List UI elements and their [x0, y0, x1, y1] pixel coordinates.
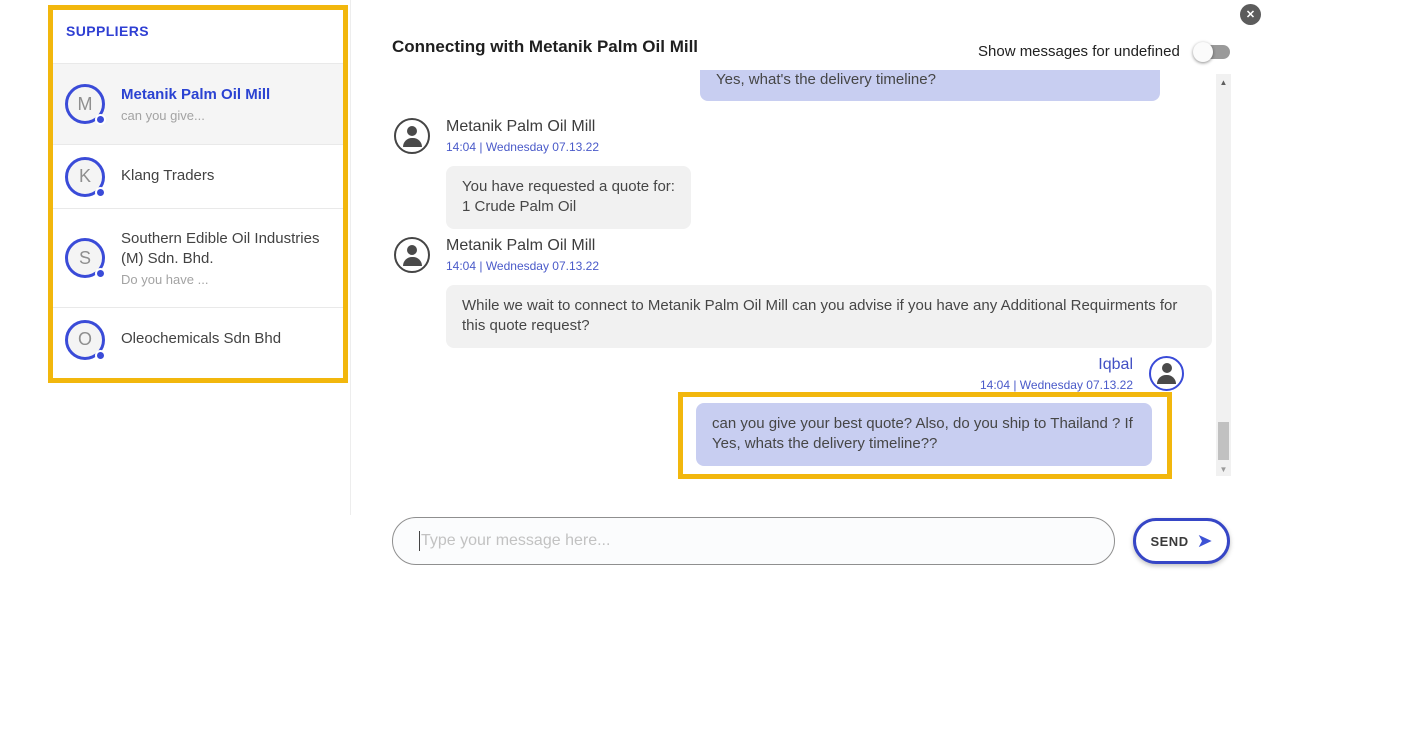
scrollbar-thumb[interactable] — [1218, 422, 1229, 460]
message-timestamp: 14:04 | Wednesday 07.13.22 — [446, 259, 600, 273]
online-dot-icon — [95, 268, 106, 279]
send-icon: ➤ — [1196, 530, 1213, 552]
supplier-item-klang[interactable]: K Klang Traders — [53, 144, 343, 208]
online-dot-icon — [95, 186, 106, 198]
show-messages-toggle[interactable] — [1192, 41, 1230, 62]
highlighted-message-box: can you give your best quote? Also, do y… — [678, 392, 1172, 479]
supplier-initial: M — [77, 93, 93, 114]
chat-window: SUPPLIERS M Metanik Palm Oil Mill can yo… — [0, 0, 1408, 746]
supplier-name: Oleochemicals Sdn Bhd — [121, 330, 282, 348]
incoming-message-bubble: You have requested a quote for: 1 Crude … — [446, 166, 691, 229]
supplier-message-preview: Do you have ... — [121, 272, 209, 288]
supplier-person-avatar-icon — [394, 237, 430, 273]
incoming-message-header: Metanik Palm Oil Mill 14:04 | Wednesday … — [394, 118, 599, 154]
supplier-initial: S — [78, 247, 91, 268]
outgoing-message-bubble: can you give your best quote? Also, do y… — [696, 403, 1152, 466]
send-button[interactable]: SEND ➤ — [1133, 518, 1230, 564]
scroll-down-arrow-icon[interactable]: ▼ — [1216, 465, 1231, 474]
supplier-item-metanik[interactable]: M Metanik Palm Oil Mill can you give... — [53, 63, 343, 144]
incoming-message-header: Metanik Palm Oil Mill 14:04 | Wednesday … — [394, 237, 599, 273]
close-icon[interactable]: ✕ — [1240, 4, 1261, 25]
supplier-avatar: M — [65, 84, 106, 125]
supplier-message-preview: can you give... — [121, 108, 205, 124]
message-timestamp: 14:04 | Wednesday 07.13.22 — [446, 140, 600, 154]
toggle-knob — [1192, 41, 1213, 62]
suppliers-sidebar-highlight: SUPPLIERS M Metanik Palm Oil Mill can yo… — [48, 5, 348, 383]
sidebar-divider — [350, 0, 351, 515]
supplier-avatar: S — [65, 238, 106, 279]
scroll-up-arrow-icon[interactable]: ▲ — [1216, 78, 1231, 87]
sender-name: Iqbal — [1098, 356, 1133, 373]
suppliers-heading: SUPPLIERS — [66, 23, 149, 39]
message-input[interactable] — [421, 532, 1088, 550]
show-messages-toggle-row: Show messages for undefined — [978, 41, 1230, 62]
supplier-name: Metanik Palm Oil Mill — [121, 85, 271, 103]
supplier-item-southern-edible[interactable]: S Southern Edible Oil Industries (M) Sdn… — [53, 208, 343, 307]
supplier-avatar: O — [65, 319, 106, 361]
supplier-item-oleochemicals[interactable]: O Oleochemicals Sdn Bhd — [53, 307, 343, 371]
supplier-name: Klang Traders — [121, 167, 215, 185]
supplier-list: M Metanik Palm Oil Mill can you give... … — [53, 63, 343, 371]
message-scroll-area[interactable]: Yes, what's the delivery timeline? Metan… — [392, 70, 1212, 480]
chat-title: Connecting with Metanik Palm Oil Mill — [392, 37, 699, 56]
online-dot-icon — [95, 114, 106, 125]
supplier-name: Southern Edible Oil Industries (M) Sdn. … — [121, 229, 320, 267]
message-input-pill — [392, 517, 1115, 565]
toggle-label: Show messages for undefined — [978, 43, 1180, 60]
message-timestamp: 14:04 | Wednesday 07.13.22 — [979, 378, 1133, 392]
user-person-avatar-icon — [1149, 356, 1184, 391]
supplier-initial: O — [77, 329, 92, 349]
outgoing-message-header: Iqbal 14:04 | Wednesday 07.13.22 — [980, 356, 1184, 392]
sender-name: Metanik Palm Oil Mill — [446, 118, 596, 135]
supplier-initial: K — [78, 166, 91, 186]
online-dot-icon — [95, 349, 106, 361]
chat-scrollbar[interactable]: ▲ ▼ — [1216, 74, 1231, 476]
sender-name: Metanik Palm Oil Mill — [446, 237, 596, 254]
send-button-label: SEND — [1150, 533, 1189, 549]
supplier-person-avatar-icon — [394, 118, 430, 154]
supplier-avatar: K — [65, 156, 106, 198]
text-caret — [419, 531, 420, 551]
outgoing-message-bubble-partial: Yes, what's the delivery timeline? — [700, 70, 1160, 102]
incoming-message-bubble: While we wait to connect to Metanik Palm… — [446, 285, 1212, 348]
